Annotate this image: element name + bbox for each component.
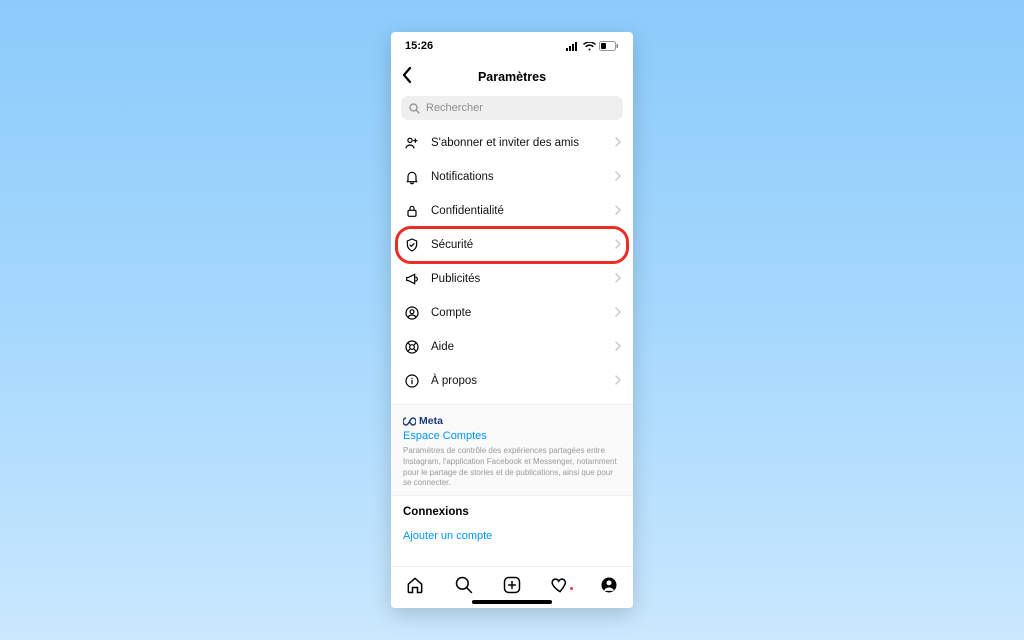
tab-activity[interactable]	[550, 575, 570, 600]
megaphone-icon	[403, 271, 421, 287]
row-ads[interactable]: Publicités	[391, 262, 633, 296]
profile-avatar-icon	[599, 575, 619, 595]
row-label: À propos	[431, 375, 615, 387]
chevron-right-icon	[615, 372, 621, 390]
bottom-tab-bar	[391, 566, 633, 608]
accounts-center-link[interactable]: Espace Comptes	[403, 430, 621, 442]
status-bar: 15:26	[391, 32, 633, 60]
row-security[interactable]: Sécurité	[391, 228, 633, 262]
bell-icon	[403, 169, 421, 185]
meta-accounts-center: Meta Espace Comptes Paramètres de contrô…	[391, 404, 633, 496]
user-plus-icon	[403, 135, 421, 151]
chevron-right-icon	[615, 134, 621, 152]
tab-home[interactable]	[405, 575, 425, 600]
wifi-icon	[583, 42, 596, 51]
page-title: Paramètres	[478, 70, 546, 84]
info-icon	[403, 373, 421, 389]
row-about[interactable]: À propos	[391, 364, 633, 398]
row-label: Publicités	[431, 273, 615, 285]
row-label: S'abonner et inviter des amis	[431, 137, 615, 149]
row-help[interactable]: Aide	[391, 330, 633, 364]
chevron-right-icon	[615, 304, 621, 322]
home-icon	[405, 575, 425, 595]
plus-square-icon	[502, 575, 522, 595]
tab-new-post[interactable]	[502, 575, 522, 600]
status-time: 15:26	[405, 40, 433, 52]
row-label: Aide	[431, 341, 615, 353]
chevron-right-icon	[615, 168, 621, 186]
search-icon	[454, 575, 474, 595]
row-privacy[interactable]: Confidentialité	[391, 194, 633, 228]
meta-infinity-icon	[403, 417, 416, 426]
nav-bar: Paramètres	[391, 60, 633, 94]
chevron-right-icon	[615, 338, 621, 356]
meta-logo: Meta	[403, 415, 621, 427]
lock-icon	[403, 203, 421, 219]
cellular-icon	[566, 42, 580, 51]
user-circle-icon	[403, 305, 421, 321]
battery-icon	[599, 41, 619, 51]
chevron-right-icon	[615, 202, 621, 220]
tab-search[interactable]	[454, 575, 474, 600]
tab-profile[interactable]	[599, 575, 619, 600]
accounts-center-description: Paramètres de contrôle des expériences p…	[403, 446, 621, 489]
chevron-right-icon	[615, 270, 621, 288]
settings-list: S'abonner et inviter des amis Notificati…	[391, 126, 633, 566]
heart-icon	[550, 575, 570, 595]
lifebuoy-icon	[403, 339, 421, 355]
chevron-left-icon	[401, 66, 413, 84]
connexions-section: Connexions Ajouter un compte	[391, 496, 633, 542]
meta-brand-text: Meta	[419, 415, 443, 427]
row-invite-friends[interactable]: S'abonner et inviter des amis	[391, 126, 633, 160]
activity-dot-indicator	[570, 587, 573, 590]
add-account-link[interactable]: Ajouter un compte	[403, 530, 621, 542]
phone-frame: 15:26 Paramètres Rechercher S'abonner et…	[391, 32, 633, 608]
back-button[interactable]	[401, 66, 413, 89]
search-placeholder: Rechercher	[426, 102, 483, 114]
connexions-header: Connexions	[403, 506, 621, 518]
shield-check-icon	[403, 237, 421, 253]
row-notifications[interactable]: Notifications	[391, 160, 633, 194]
row-label: Notifications	[431, 171, 615, 183]
row-label: Compte	[431, 307, 615, 319]
row-label: Sécurité	[431, 239, 615, 251]
search-icon	[409, 103, 420, 114]
search-field[interactable]: Rechercher	[401, 96, 623, 120]
status-indicators	[566, 41, 619, 51]
row-account[interactable]: Compte	[391, 296, 633, 330]
chevron-right-icon	[615, 236, 621, 254]
row-label: Confidentialité	[431, 205, 615, 217]
home-indicator	[472, 600, 552, 604]
